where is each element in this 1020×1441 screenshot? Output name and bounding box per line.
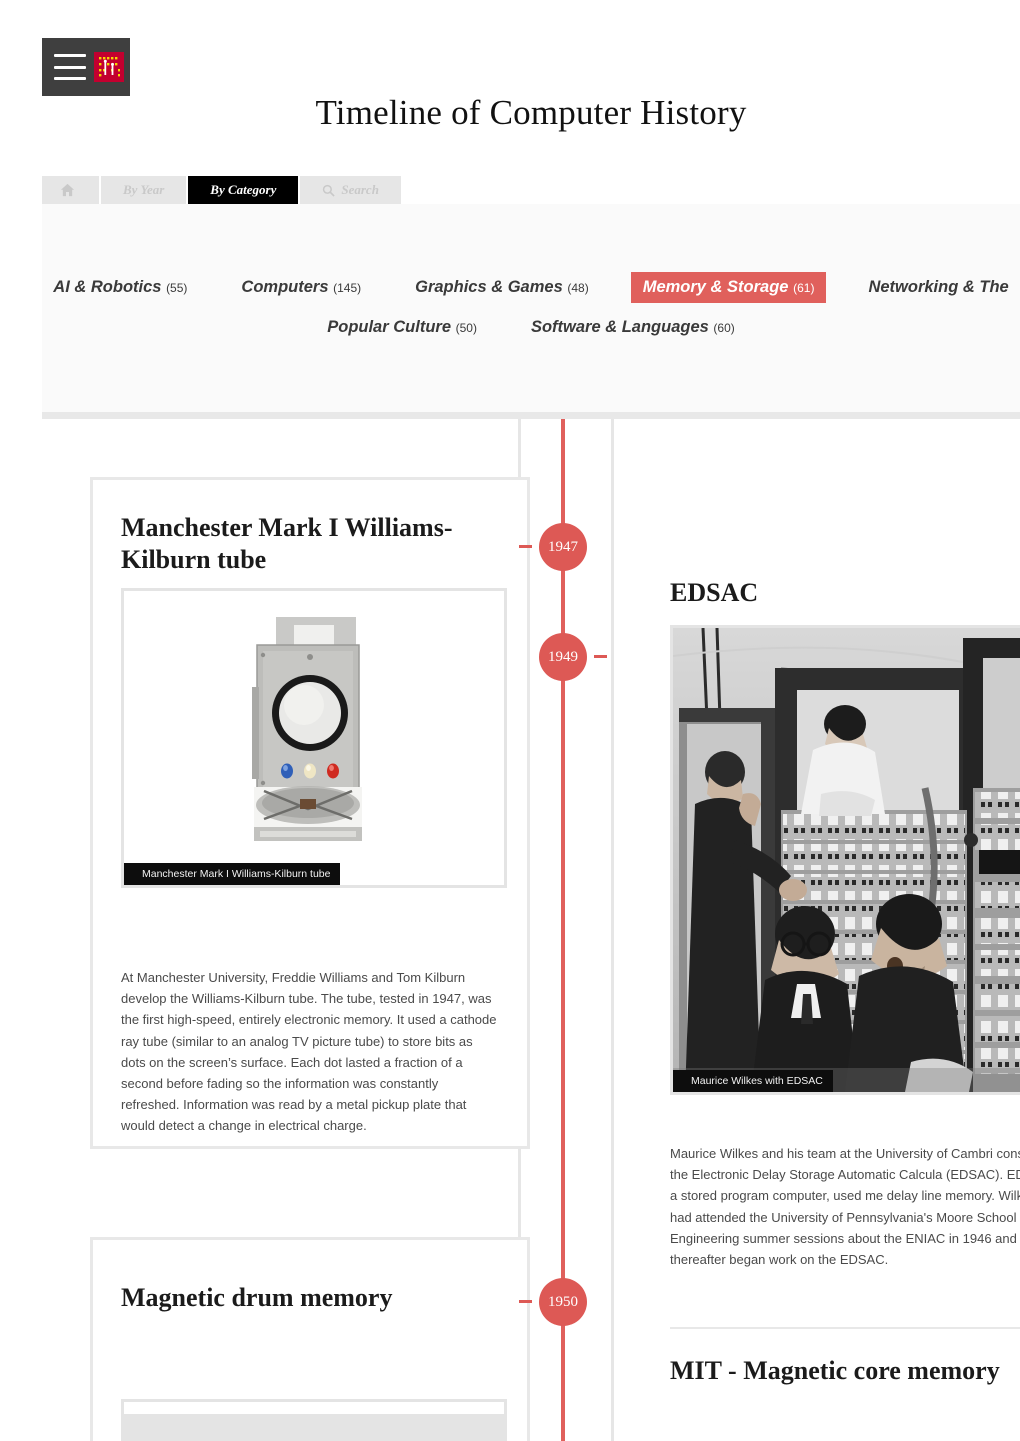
nav-tab-search-label: Search (341, 182, 379, 197)
page-root: Timeline of Computer History By Year By … (0, 0, 1020, 1441)
entry-title: EDSAC (670, 578, 759, 607)
nav-tab-search[interactable]: Search (300, 176, 401, 204)
timeline-marker-1949[interactable]: 1949 (539, 633, 607, 681)
category-memory-storage[interactable]: Memory & Storage (61) (630, 272, 827, 303)
category-count: (61) (793, 281, 815, 295)
timeline-guide-right (611, 419, 614, 1441)
site-header: Timeline of Computer History (42, 38, 1020, 168)
primary-nav: By Year By Category Search (42, 176, 401, 204)
timeline-marker-1947[interactable]: 1947 (519, 523, 587, 571)
category-computers[interactable]: Computers (145) (229, 272, 373, 303)
category-count: (50) (455, 321, 477, 335)
nav-tab-by-year[interactable]: By Year (101, 176, 187, 204)
entry-title: Magnetic drum memory (121, 1283, 393, 1312)
entry-title: MIT - Magnetic core memory (670, 1356, 1000, 1385)
home-icon (60, 183, 75, 197)
hamburger-icon[interactable] (54, 54, 86, 80)
timeline-entry-card[interactable]: Manchester Mark I Williams-Kilburn tube (90, 477, 530, 1149)
entry-figure[interactable] (121, 1399, 507, 1441)
nav-tab-by-year-label: By Year (123, 182, 165, 197)
entry-body: At Manchester University, Freddie Willia… (121, 970, 497, 1134)
category-popular-culture[interactable]: Popular Culture (50) (315, 312, 489, 343)
category-software-languages[interactable]: Software & Languages (60) (519, 312, 747, 343)
category-label: Graphics & Games (415, 278, 563, 296)
nav-tab-by-category[interactable]: By Category (188, 176, 299, 204)
page-title: Timeline of Computer History (315, 93, 747, 132)
marker-year-label: 1950 (548, 1293, 578, 1310)
category-label: AI & Robotics (53, 278, 162, 296)
figure-caption: Manchester Mark I Williams-Kilburn tube (124, 863, 341, 885)
search-icon (322, 184, 336, 197)
maurice-wilkes-edsac-photo (673, 628, 1020, 1092)
marker-year-label: 1949 (548, 648, 578, 665)
timeline-region: 1947 1949 1950 Manchester Mark I William… (42, 419, 1020, 1441)
entry-figure[interactable]: Manchester Mark I Williams-Kilburn tube (121, 588, 507, 888)
marker-tick-icon (519, 545, 532, 548)
category-row-2: Popular Culture (50) Software & Language… (42, 312, 1020, 343)
entry-figure[interactable]: Maurice Wilkes with EDSAC (670, 625, 1020, 1095)
category-count: (48) (567, 281, 589, 295)
entry-body: Maurice Wilkes and his team at the Unive… (670, 1146, 1020, 1267)
manchester-mark-i-photo (124, 591, 504, 885)
figure-caption: Maurice Wilkes with EDSAC (673, 1070, 833, 1092)
nav-tab-home[interactable] (42, 176, 99, 204)
marker-year-label: 1947 (548, 538, 578, 555)
marker-tick-icon (594, 655, 607, 658)
entry-divider (670, 1327, 1020, 1329)
menu-logo-block (42, 38, 130, 96)
timeline-entry-card[interactable]: Magnetic drum memory (90, 1237, 530, 1441)
entry-title: Manchester Mark I Williams-Kilburn tube (121, 513, 453, 574)
category-filter-band: AI & Robotics (55) Computers (145) Graph… (42, 204, 1020, 412)
marker-tick-icon (519, 1300, 532, 1303)
category-networking[interactable]: Networking & The (856, 272, 1020, 303)
category-label: Networking & The (868, 278, 1009, 296)
category-graphics-games[interactable]: Graphics & Games (48) (403, 272, 601, 303)
category-count: (145) (333, 281, 362, 295)
museum-logo-icon[interactable] (94, 52, 124, 82)
band-divider (42, 412, 1020, 419)
category-label: Computers (241, 278, 329, 296)
category-count: (60) (713, 321, 735, 335)
category-label: Software & Languages (530, 318, 709, 336)
category-row-1: AI & Robotics (55) Computers (145) Graph… (42, 272, 1020, 303)
category-label: Memory & Storage (642, 278, 789, 296)
category-label: Popular Culture (327, 318, 451, 336)
nav-tab-by-category-label: By Category (210, 182, 277, 197)
category-ai-robotics[interactable]: AI & Robotics (55) (41, 272, 199, 303)
category-count: (55) (166, 281, 188, 295)
timeline-marker-1950[interactable]: 1950 (519, 1278, 587, 1326)
